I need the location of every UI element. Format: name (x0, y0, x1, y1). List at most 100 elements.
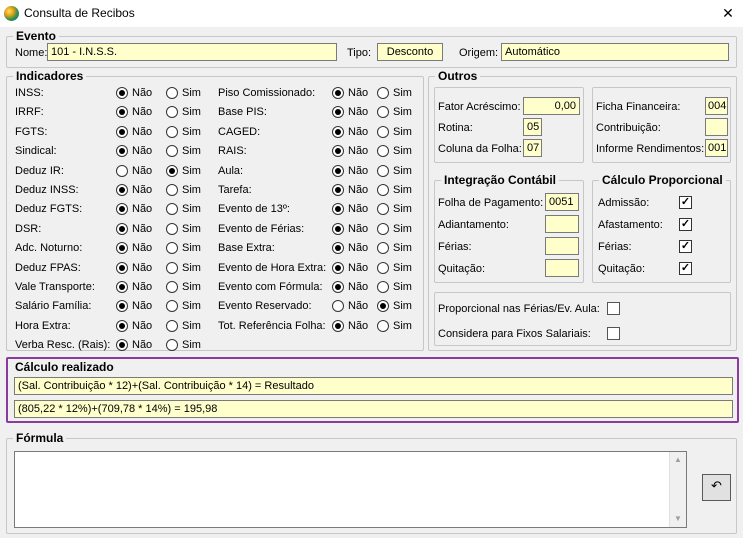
radio-sindical-sim[interactable] (166, 145, 178, 158)
radio-dsr-nao[interactable] (116, 222, 128, 235)
radio-evento-reservado-sim[interactable] (377, 300, 389, 313)
proporcional-checkbox-ferias[interactable]: ✓ (679, 240, 692, 253)
radio-verba-resc-rais-nao[interactable] (116, 339, 128, 352)
radio-evento-de-hora-extra-sim[interactable] (377, 261, 389, 274)
ficha-field[interactable]: 004 (705, 97, 728, 115)
radio-piso-comissionado-nao[interactable] (332, 87, 344, 99)
radio-deduz-fpas-nao[interactable] (116, 261, 128, 274)
radio-base-extra-sim[interactable] (377, 242, 389, 255)
contribuicao-field[interactable] (705, 118, 728, 136)
radio-fgts-nao[interactable] (116, 125, 128, 138)
radio-evento-de-ferias-nao[interactable] (332, 222, 344, 235)
radio-base-pis-nao[interactable] (332, 106, 344, 119)
proporcional-label-quitacao: Quitação: (598, 263, 646, 275)
radio-hora-extra-nao[interactable] (116, 319, 128, 332)
radio-label-nao: Não (132, 222, 153, 235)
radio-evento-de-13-sim[interactable] (377, 203, 389, 216)
radio-base-pis-sim[interactable] (377, 106, 389, 119)
radio-label-nao: Não (348, 319, 369, 332)
radio-tarefa-sim[interactable] (377, 184, 389, 196)
radio-deduz-ir-sim[interactable] (166, 164, 178, 177)
radio-adc-noturno-nao[interactable] (116, 242, 128, 255)
tipo-field[interactable]: Desconto (377, 43, 443, 61)
radio-adc-noturno-sim[interactable] (166, 242, 178, 255)
radio-caged-sim[interactable] (377, 125, 389, 138)
radio-label-sim: Sim (393, 300, 412, 313)
close-button[interactable]: ✕ (713, 0, 743, 27)
radio-deduz-fgts-nao[interactable] (116, 203, 128, 216)
nome-field[interactable]: 101 - I.N.S.S. (47, 43, 337, 61)
undo-button[interactable]: ↶ (702, 474, 731, 501)
radio-label-sim: Sim (393, 242, 412, 255)
indicador-label-caged: CAGED: (218, 125, 261, 138)
scroll-down-icon[interactable]: ▼ (670, 511, 686, 527)
indicador-label-tot-referencia-folha: Tot. Referência Folha: (218, 319, 326, 332)
calculo-formula-field[interactable]: (Sal. Contribuição * 12)+(Sal. Contribui… (14, 377, 733, 395)
coluna-field[interactable]: 07 (523, 139, 542, 157)
indicador-label-sindical: Sindical: (15, 145, 57, 158)
prop-ferias-checkbox[interactable] (607, 302, 620, 315)
radio-salario-familia-nao[interactable] (116, 300, 128, 313)
fixos-checkbox[interactable] (607, 327, 620, 340)
radio-vale-transporte-nao[interactable] (116, 281, 128, 293)
radio-deduz-inss-sim[interactable] (166, 184, 178, 196)
radio-deduz-fgts-sim[interactable] (166, 203, 178, 216)
ferias-field[interactable] (545, 237, 579, 255)
informe-field[interactable]: 001 (705, 139, 728, 157)
radio-label-nao: Não (348, 203, 369, 216)
rotina-field[interactable]: 05 (523, 118, 542, 136)
proporcional-checkbox-admissao[interactable]: ✓ (679, 196, 692, 209)
radio-evento-de-ferias-sim[interactable] (377, 222, 389, 235)
radio-vale-transporte-sim[interactable] (166, 281, 178, 293)
radio-tarefa-nao[interactable] (332, 184, 344, 196)
prop-ferias-label: Proporcional nas Férias/Ev. Aula: (438, 303, 600, 315)
folha-field[interactable]: 0051 (545, 193, 579, 211)
extras-group: Proporcional nas Férias/Ev. Aula: Consid… (434, 292, 731, 346)
informe-label: Informe Rendimentos: (596, 143, 705, 155)
origem-field[interactable]: Automático (501, 43, 729, 61)
radio-label-nao: Não (132, 164, 153, 177)
radio-label-nao: Não (348, 242, 369, 255)
proporcional-checkbox-afastamento[interactable]: ✓ (679, 218, 692, 231)
radio-tot-referencia-folha-nao[interactable] (332, 319, 344, 332)
radio-rais-nao[interactable] (332, 145, 344, 158)
radio-inss-nao[interactable] (116, 87, 128, 99)
radio-evento-de-hora-extra-nao[interactable] (332, 261, 344, 274)
radio-evento-com-formula-nao[interactable] (332, 281, 344, 293)
radio-salario-familia-sim[interactable] (166, 300, 178, 313)
proporcional-checkbox-quitacao[interactable]: ✓ (679, 262, 692, 275)
radio-label-sim: Sim (182, 300, 201, 313)
radio-sindical-nao[interactable] (116, 145, 128, 158)
radio-inss-sim[interactable] (166, 87, 178, 99)
radio-piso-comissionado-sim[interactable] (377, 87, 389, 99)
radio-verba-resc-rais-sim[interactable] (166, 339, 178, 352)
quitacao-field[interactable] (545, 259, 579, 277)
radio-deduz-ir-nao[interactable] (116, 164, 128, 177)
radio-fgts-sim[interactable] (166, 125, 178, 138)
radio-evento-reservado-nao[interactable] (332, 300, 344, 313)
radio-aula-sim[interactable] (377, 164, 389, 177)
adiantamento-field[interactable] (545, 215, 579, 233)
radio-deduz-fpas-sim[interactable] (166, 261, 178, 274)
formula-scrollbar[interactable]: ▲ ▼ (669, 452, 686, 527)
radio-evento-com-formula-sim[interactable] (377, 281, 389, 293)
radio-tot-referencia-folha-sim[interactable] (377, 319, 389, 332)
radio-caged-nao[interactable] (332, 125, 344, 138)
evento-group: Evento Nome: 101 - I.N.S.S. Tipo: Descon… (6, 29, 737, 68)
radio-hora-extra-sim[interactable] (166, 319, 178, 332)
indicador-label-tarefa: Tarefa: (218, 184, 252, 196)
radio-deduz-inss-nao[interactable] (116, 184, 128, 196)
radio-aula-nao[interactable] (332, 164, 344, 177)
radio-irrf-nao[interactable] (116, 106, 128, 119)
scroll-up-icon[interactable]: ▲ (670, 452, 686, 468)
formula-textarea[interactable]: ▲ ▼ (14, 451, 687, 528)
radio-label-nao: Não (132, 339, 153, 352)
radio-dsr-sim[interactable] (166, 222, 178, 235)
radio-rais-sim[interactable] (377, 145, 389, 158)
radio-base-extra-nao[interactable] (332, 242, 344, 255)
radio-irrf-sim[interactable] (166, 106, 178, 119)
calculo-values-field[interactable]: (805,22 * 12%)+(709,78 * 14%) = 195,98 (14, 400, 733, 418)
radio-evento-de-13-nao[interactable] (332, 203, 344, 216)
fator-field[interactable]: 0,00 (523, 97, 580, 115)
adiantamento-label: Adiantamento: (438, 219, 509, 231)
